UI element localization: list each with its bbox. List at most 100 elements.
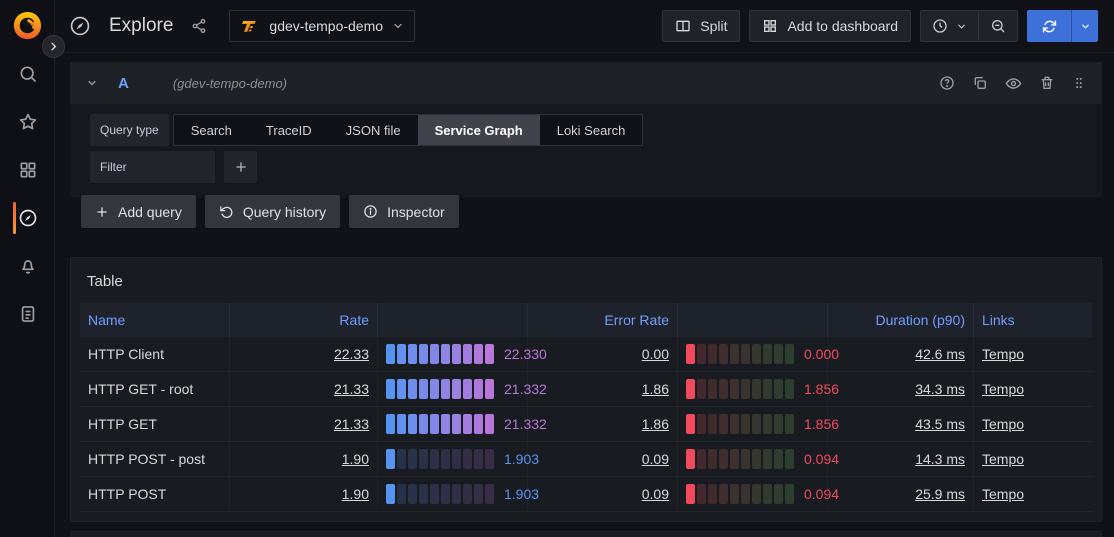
sidebar-item-alerting[interactable] (0, 256, 55, 276)
query-type-tab[interactable]: TraceID (249, 115, 329, 145)
column-header[interactable]: Duration (p90) (828, 303, 974, 337)
add-to-dashboard-button[interactable]: Add to dashboard (749, 10, 911, 42)
sidebar-item-starred[interactable] (0, 112, 55, 132)
query-row-header: A (gdev-tempo-demo) (70, 62, 1102, 104)
column-header[interactable]: Name (80, 303, 230, 337)
gauge-segment (408, 344, 417, 364)
query-type-tab[interactable]: JSON file (329, 115, 418, 145)
inspector-button[interactable]: Inspector (349, 195, 459, 228)
lcd-gauge (686, 379, 794, 399)
datasource-name: gdev-tempo-demo (269, 18, 383, 34)
rate-link[interactable]: 1.90 (342, 451, 369, 467)
collapse-query-icon[interactable] (86, 77, 98, 89)
column-header[interactable]: Links (974, 303, 1092, 337)
tempo-link[interactable]: Tempo (982, 381, 1024, 397)
query-type-tab[interactable]: Loki Search (540, 115, 643, 145)
datasource-picker[interactable]: gdev-tempo-demo (229, 10, 415, 42)
column-header[interactable] (678, 303, 828, 337)
refresh-interval-dropdown[interactable] (1071, 10, 1098, 42)
expand-sidebar-button[interactable] (42, 35, 65, 58)
tempo-link[interactable]: Tempo (982, 416, 1024, 432)
apps-icon (18, 160, 38, 180)
gauge-segment (752, 414, 761, 434)
gauge-segment (763, 449, 772, 469)
cell-rate-gauge: 21.332 (378, 372, 528, 406)
drag-handle-icon[interactable] (1072, 75, 1086, 92)
add-filter-button[interactable] (224, 151, 257, 183)
column-header[interactable]: Rate (230, 303, 378, 337)
cell-links: Tempo (974, 442, 1092, 476)
rate-link[interactable]: 21.33 (334, 416, 369, 432)
gauge-segment (730, 414, 739, 434)
zoom-out-icon (990, 18, 1006, 34)
cell-name: HTTP POST - post (80, 442, 230, 476)
error-rate-link[interactable]: 0.00 (642, 346, 669, 362)
chevron-down-icon (1080, 21, 1091, 32)
page-title: Explore (109, 15, 173, 37)
panel-title: Table (80, 264, 1092, 298)
gauge-segment (485, 484, 494, 504)
share-icon[interactable] (191, 18, 207, 34)
duration-link[interactable]: 14.3 ms (915, 451, 965, 467)
gauge-segment (430, 344, 439, 364)
rate-link[interactable]: 1.90 (342, 486, 369, 502)
eye-icon[interactable] (1005, 75, 1022, 92)
query-history-button[interactable]: Query history (205, 195, 340, 228)
cell-rate: 22.33 (230, 337, 378, 371)
duration-link[interactable]: 43.5 ms (915, 416, 965, 432)
split-button[interactable]: Split (662, 10, 740, 42)
column-header[interactable] (378, 303, 528, 337)
error-rate-link[interactable]: 0.09 (642, 486, 669, 502)
gauge-segment (774, 344, 783, 364)
service-graph-table: NameRate Error Rate Duration (p90)Links HT… (80, 303, 1092, 512)
info-icon (363, 204, 378, 219)
duration-link[interactable]: 42.6 ms (915, 346, 965, 362)
query-type-tab[interactable]: Service Graph (418, 115, 540, 145)
trash-icon[interactable] (1039, 75, 1055, 92)
rate-link[interactable]: 22.33 (334, 346, 369, 362)
zoom-out-button[interactable] (978, 11, 1017, 41)
error-rate-link[interactable]: 1.86 (642, 416, 669, 432)
sidebar-item-docs[interactable] (0, 304, 55, 324)
duration-link[interactable]: 34.3 ms (915, 381, 965, 397)
query-datasource-hint: (gdev-tempo-demo) (173, 76, 287, 91)
gauge-segment (719, 449, 728, 469)
gauge-segment (463, 414, 472, 434)
cell-error-rate: 0.09 (528, 442, 678, 476)
gauge-segment (763, 344, 772, 364)
error-rate-link[interactable]: 1.86 (642, 381, 669, 397)
cell-links: Tempo (974, 337, 1092, 371)
tempo-link[interactable]: Tempo (982, 346, 1024, 362)
gauge-segment (419, 484, 428, 504)
gauge-segment (441, 449, 450, 469)
gauge-segment (408, 484, 417, 504)
query-type-tab[interactable]: Search (174, 115, 249, 145)
help-icon[interactable] (939, 75, 955, 92)
gauge-segment (719, 344, 728, 364)
duration-link[interactable]: 25.9 ms (915, 486, 965, 502)
gauge-segment (408, 449, 417, 469)
copy-icon[interactable] (972, 75, 988, 92)
chevron-down-icon (392, 20, 404, 32)
tempo-link[interactable]: Tempo (982, 451, 1024, 467)
filter-label: Filter (90, 151, 215, 183)
sidebar-item-search[interactable] (0, 64, 55, 84)
star-icon (18, 112, 38, 132)
cell-name: HTTP Client (80, 337, 230, 371)
gauge-segment (708, 449, 717, 469)
add-query-button[interactable]: Add query (81, 195, 196, 228)
time-picker-button[interactable] (921, 11, 978, 41)
grafana-logo[interactable] (12, 10, 43, 41)
column-header[interactable]: Error Rate (528, 303, 678, 337)
tempo-link[interactable]: Tempo (982, 486, 1024, 502)
error-rate-link[interactable]: 0.09 (642, 451, 669, 467)
gauge-segment (774, 379, 783, 399)
sidebar-item-explore[interactable] (0, 208, 55, 228)
table-row: HTTP POST1.901.9030.090.09425.9 msTempo (80, 477, 1092, 512)
refresh-button[interactable] (1027, 10, 1071, 42)
cell-links: Tempo (974, 477, 1092, 511)
query-ref-id[interactable]: A (118, 75, 129, 92)
sidebar-item-dashboards[interactable] (0, 160, 55, 180)
gauge-segment (485, 344, 494, 364)
rate-link[interactable]: 21.33 (334, 381, 369, 397)
